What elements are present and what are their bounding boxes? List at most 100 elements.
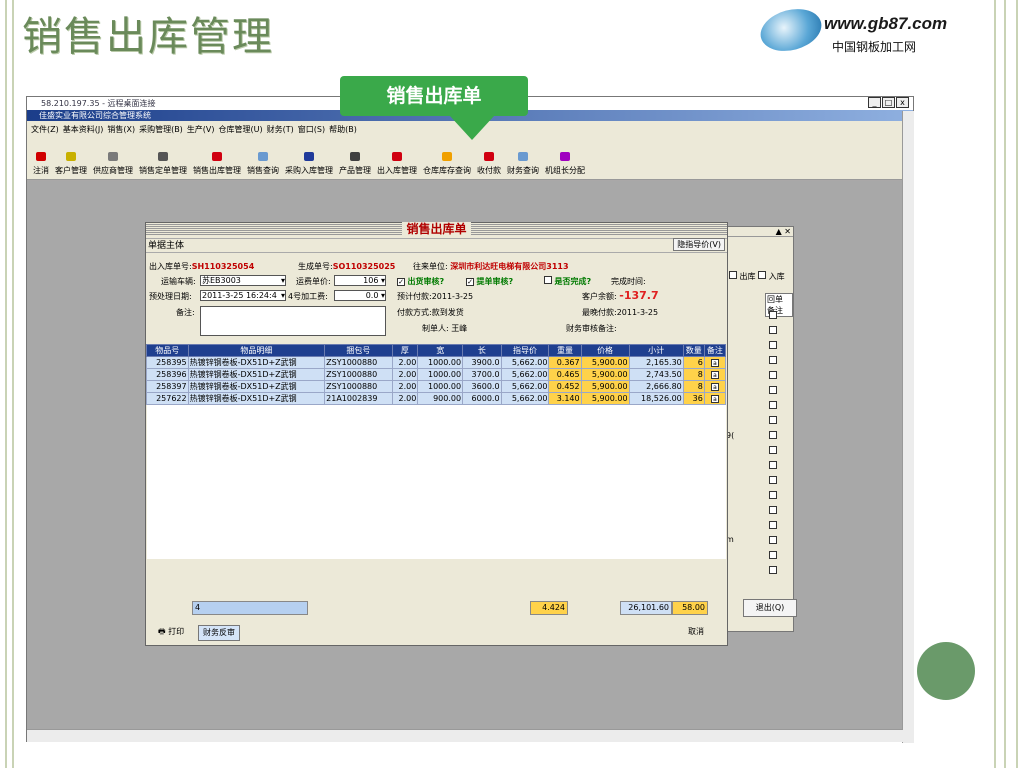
finance-reverse-button[interactable]: 财务反审 [198, 625, 240, 641]
bgwin-row[interactable] [769, 412, 785, 427]
bgwin-checkbox[interactable] [769, 430, 777, 439]
bgwin-checkbox[interactable] [769, 565, 777, 574]
bgwin-row[interactable] [769, 352, 785, 367]
bgwin-checkbox[interactable] [769, 475, 777, 484]
bgwin-row[interactable] [769, 517, 785, 532]
column-header[interactable]: 小计 [628, 344, 684, 357]
column-header[interactable]: 重量 [548, 344, 582, 357]
bgwin-checkbox[interactable] [769, 505, 777, 514]
bgwin-row[interactable] [769, 427, 785, 442]
menu-purchase[interactable]: 采购管理(B) [139, 124, 183, 135]
bgwin-in-checkbox[interactable] [758, 271, 767, 279]
bgwin-checkbox[interactable] [769, 445, 777, 454]
bgwin-checkbox[interactable] [769, 370, 777, 379]
bgwin-out-checkbox[interactable] [729, 271, 737, 279]
toolbar-button[interactable]: 仓库库存查询 [423, 152, 471, 176]
bill-audit-checkbox[interactable]: ✓ [466, 278, 474, 286]
ship-audit-checkbox[interactable]: ✓ [397, 278, 405, 286]
toolbar-button[interactable]: 机组长分配 [545, 152, 585, 176]
menu-warehouse[interactable]: 仓库管理(U) [219, 124, 263, 135]
toolbar-button[interactable]: 产品管理 [339, 152, 371, 176]
note-icon[interactable]: a [710, 371, 719, 379]
date-field[interactable]: 2011-3-25 16:24:4 ▾ [200, 290, 286, 301]
table-row[interactable]: 258395 热镀锌钢卷板-DX51D+Z武钢 ZSY1000880 2.00 1000… [146, 356, 727, 369]
bgwin-checkbox[interactable] [769, 490, 777, 499]
bgwin-row[interactable] [769, 532, 785, 547]
menu-file[interactable]: 文件(Z) [31, 124, 59, 135]
bgwin-checkbox[interactable] [769, 355, 777, 364]
bgwin-row[interactable] [769, 487, 785, 502]
bgwin-checkbox[interactable] [769, 535, 777, 544]
bgwin-row[interactable] [769, 547, 785, 562]
column-header[interactable]: 物品明细 [187, 344, 326, 357]
toolbar-button[interactable]: 销售定单管理 [139, 152, 187, 176]
bgwin-row[interactable] [769, 337, 785, 352]
print-button[interactable]: 🖶 打印 [154, 625, 189, 641]
toolbar-button[interactable]: 客户管理 [55, 152, 87, 176]
bgwin-row[interactable] [769, 367, 785, 382]
bgwin-row[interactable] [769, 562, 785, 577]
table-row[interactable]: 258397 热镀锌钢卷板-DX51D+Z武钢 ZSY1000880 2.00 1000… [146, 380, 727, 393]
toolbar-button[interactable]: 财务查询 [507, 152, 539, 176]
menu-window[interactable]: 窗口(S) [298, 124, 325, 135]
menu-help[interactable]: 帮助(B) [329, 124, 357, 135]
cancel-button[interactable]: 取消 [684, 625, 708, 641]
toolbar-button[interactable]: 收付款 [477, 152, 501, 176]
bgwin-checkbox[interactable] [769, 460, 777, 469]
partner-label: 往来单位: [413, 262, 448, 271]
minimize-button[interactable]: _ [868, 97, 881, 108]
column-header[interactable]: 厚 [391, 344, 419, 357]
vertical-scrollbar[interactable] [902, 111, 914, 743]
menu-production[interactable]: 生产(V) [187, 124, 215, 135]
column-header[interactable]: 物品号 [146, 344, 189, 357]
bgwin-row[interactable] [769, 457, 785, 472]
menu-basic[interactable]: 基本资料(J) [63, 124, 104, 135]
toolbar-button[interactable]: 销售出库管理 [193, 152, 241, 176]
column-header[interactable]: 长 [462, 344, 502, 357]
column-header[interactable]: 指导价 [500, 344, 550, 357]
bgwin-row[interactable] [769, 502, 785, 517]
bgwin-checkbox[interactable] [769, 340, 777, 349]
hide-price-button[interactable]: 隐指导价(V) [673, 238, 725, 251]
bgwin-checkbox[interactable] [769, 325, 777, 334]
menu-sales[interactable]: 销售(X) [107, 124, 135, 135]
remark-field[interactable] [200, 306, 386, 336]
table-row[interactable]: 258396 热镀锌钢卷板-DX51D+Z武钢 ZSY1000880 2.00 1000… [146, 368, 727, 381]
bgwin-row[interactable] [769, 472, 785, 487]
bgwin-row[interactable] [769, 442, 785, 457]
note-icon[interactable]: a [710, 395, 719, 403]
table-row[interactable]: 257622 热镀锌钢卷板-DX51D+Z武钢 21A1002839 2.00 900.… [146, 392, 727, 405]
bgwin-checkbox[interactable] [769, 385, 777, 394]
bgwin-checkbox[interactable] [769, 550, 777, 559]
toolbar-button[interactable]: 注消 [33, 152, 49, 176]
bgwin-row[interactable] [769, 322, 785, 337]
maximize-button[interactable]: □ [882, 97, 895, 108]
column-header[interactable]: 宽 [417, 344, 464, 357]
bgwin-checkbox[interactable] [769, 310, 777, 319]
bgwin-checkbox[interactable] [769, 415, 777, 424]
bgwin-checkbox[interactable] [769, 520, 777, 529]
note-icon[interactable]: a [710, 359, 719, 367]
exit-button[interactable]: 退出(Q) [743, 599, 797, 617]
note-icon[interactable]: a [710, 383, 719, 391]
freight-field[interactable]: 106 ▾ [334, 275, 386, 286]
toolbar-button[interactable]: 销售查询 [247, 152, 279, 176]
horizontal-scrollbar[interactable] [27, 729, 903, 742]
bgwin-row[interactable] [769, 382, 785, 397]
column-header[interactable]: 捆包号 [324, 344, 393, 357]
toolbar-button[interactable]: 采购入库管理 [285, 152, 333, 176]
bgwin-row[interactable] [769, 397, 785, 412]
out-no-value: SH110325054 [191, 262, 255, 271]
column-header[interactable]: 数量 [682, 344, 705, 357]
proc-fee-field[interactable]: 0.0 ▾ [334, 290, 386, 301]
bgwin-row[interactable] [769, 307, 785, 322]
toolbar-button[interactable]: 出入库管理 [377, 152, 417, 176]
column-header[interactable]: 备注 [703, 344, 727, 357]
bgwin-checkbox[interactable] [769, 400, 777, 409]
column-header[interactable]: 价格 [580, 344, 630, 357]
menu-finance[interactable]: 财务(T) [267, 124, 294, 135]
toolbar-button[interactable]: 供应商管理 [93, 152, 133, 176]
done-checkbox[interactable] [544, 276, 552, 284]
vehicle-select[interactable]: 苏EB3003 ▾ [200, 275, 286, 286]
close-button[interactable]: x [896, 97, 909, 108]
